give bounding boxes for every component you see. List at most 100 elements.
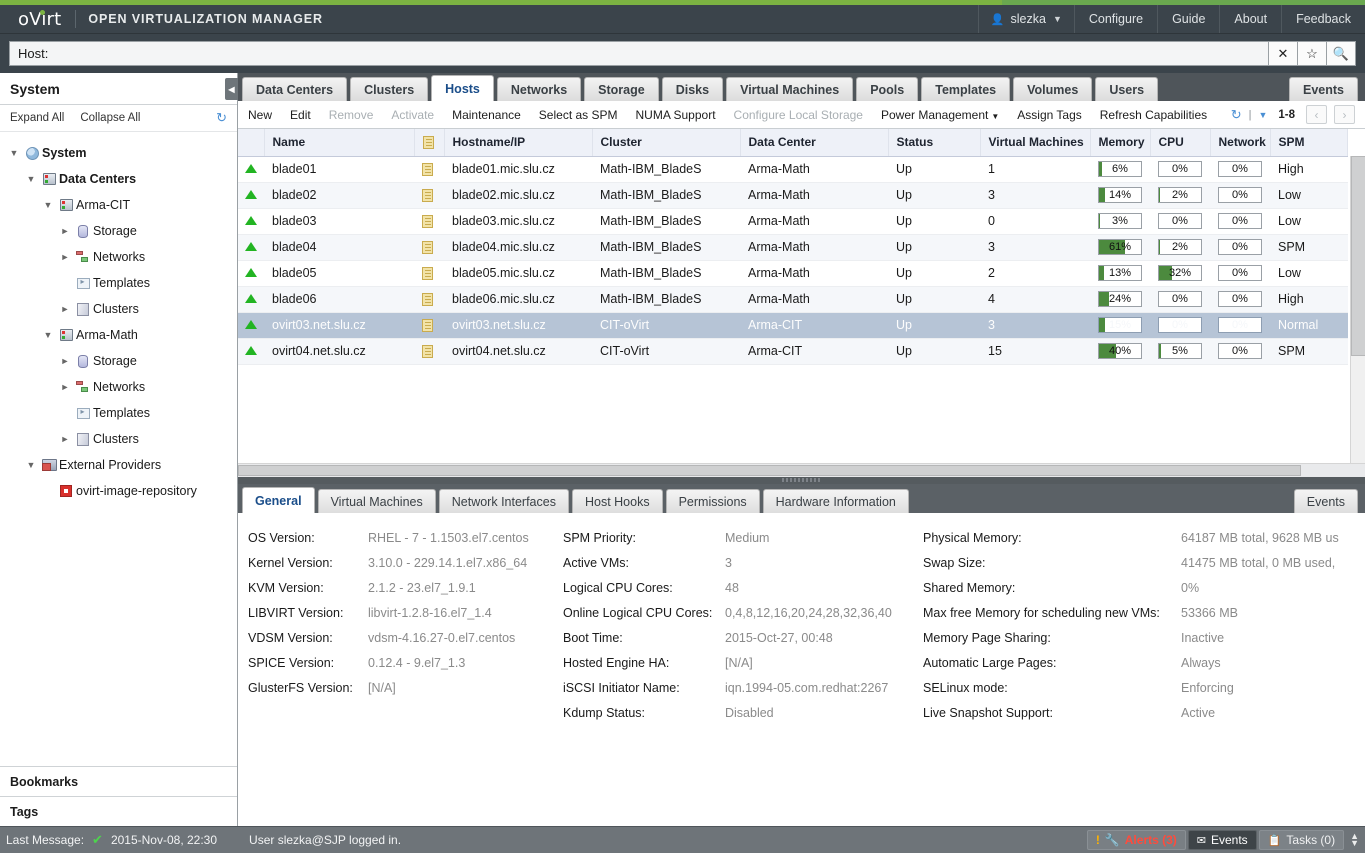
grid-vertical-scrollbar[interactable] bbox=[1350, 156, 1365, 477]
events-button[interactable]: ✉ Events bbox=[1187, 830, 1257, 850]
table-row[interactable]: ovirt03.net.slu.cz ovirt03.net.slu.cz CIT-… bbox=[238, 312, 1348, 339]
col-virtual-machines[interactable]: Virtual Machines bbox=[980, 129, 1091, 157]
main-tab-storage[interactable]: Storage bbox=[584, 77, 659, 101]
tree-item-ovirt-image-repository[interactable]: ovirt-image-repository bbox=[0, 478, 237, 504]
chevron-down-icon[interactable]: ▼ bbox=[23, 174, 39, 184]
table-row[interactable]: blade05 blade05.mic.slu.cz Math-IBM_BladeS… bbox=[238, 260, 1348, 287]
main-tab-volumes[interactable]: Volumes bbox=[1013, 77, 1093, 101]
chevron-down-icon[interactable]: ▼ bbox=[40, 330, 56, 340]
tree-item-networks[interactable]: ► Networks bbox=[0, 374, 237, 400]
main-tab-clusters[interactable]: Clusters bbox=[350, 77, 429, 101]
chevron-right-icon[interactable]: ► bbox=[57, 226, 73, 236]
main-tab-hosts[interactable]: Hosts bbox=[431, 75, 494, 101]
table-row[interactable]: blade02 blade02.mic.slu.cz Math-IBM_BladeS… bbox=[238, 182, 1348, 209]
user-menu[interactable]: 👤 slezka ▼ bbox=[977, 5, 1074, 33]
header-item-feedback[interactable]: Feedback bbox=[1281, 5, 1365, 33]
col-spm[interactable]: SPM bbox=[1270, 129, 1348, 157]
toolbar-action-refresh-capabilities[interactable]: Refresh Capabilities bbox=[1100, 108, 1207, 122]
tree-item-clusters[interactable]: ► Clusters bbox=[0, 296, 237, 322]
tree-refresh-icon[interactable]: ↻ bbox=[216, 110, 227, 126]
panel-splitter[interactable] bbox=[238, 477, 1365, 484]
tasks-button[interactable]: 📋 Tasks (0) bbox=[1258, 830, 1345, 850]
search-button[interactable]: 🔍 bbox=[1327, 41, 1356, 66]
tree-item-external-providers[interactable]: ▼ External Providers bbox=[0, 452, 237, 478]
tree-item-arma-math[interactable]: ▼ Arma-Math bbox=[0, 322, 237, 348]
chevron-right-icon[interactable]: ► bbox=[57, 382, 73, 392]
table-row[interactable]: blade03 blade03.mic.slu.cz Math-IBM_BladeS… bbox=[238, 208, 1348, 235]
grid-refresh-icon[interactable]: ↻ bbox=[1231, 107, 1242, 123]
refresh-options-chevron-down-icon[interactable]: ▼ bbox=[1258, 110, 1267, 120]
toolbar-action-assign-tags[interactable]: Assign Tags bbox=[1017, 108, 1081, 122]
detail-tab-permissions[interactable]: Permissions bbox=[665, 489, 760, 513]
col-name[interactable]: Name bbox=[264, 129, 415, 157]
header-item-guide[interactable]: Guide bbox=[1157, 5, 1219, 33]
chevron-right-icon[interactable]: ► bbox=[57, 304, 73, 314]
grid-horizontal-scrollbar[interactable] bbox=[238, 463, 1365, 477]
tree-item-clusters[interactable]: ► Clusters bbox=[0, 426, 237, 452]
expand-all-link[interactable]: Expand All bbox=[10, 112, 64, 124]
col-datacenter[interactable]: Data Center bbox=[740, 129, 889, 157]
col-memory[interactable]: Memory bbox=[1090, 129, 1151, 157]
toolbar-action-maintenance[interactable]: Maintenance bbox=[452, 108, 521, 122]
alerts-button[interactable]: ! 🔧 Alerts (3) bbox=[1086, 830, 1186, 850]
toolbar-action-select-as-spm[interactable]: Select as SPM bbox=[539, 108, 618, 122]
tree-item-storage[interactable]: ► Storage bbox=[0, 218, 237, 244]
table-row[interactable]: blade04 blade04.mic.slu.cz Math-IBM_BladeS… bbox=[238, 234, 1348, 261]
col-cpu[interactable]: CPU bbox=[1150, 129, 1211, 157]
tree-item-templates[interactable]: Templates bbox=[0, 270, 237, 296]
table-row[interactable]: blade06 blade06.mic.slu.cz Math-IBM_BladeS… bbox=[238, 286, 1348, 313]
chevron-right-icon[interactable]: ► bbox=[57, 356, 73, 366]
tree-item-templates[interactable]: Templates bbox=[0, 400, 237, 426]
search-input[interactable] bbox=[9, 41, 1269, 66]
chevron-down-icon[interactable]: ▼ bbox=[23, 460, 39, 470]
bookmark-button[interactable]: ☆ bbox=[1298, 41, 1327, 66]
main-tab-disks[interactable]: Disks bbox=[661, 77, 724, 101]
main-tab-data-centers[interactable]: Data Centers bbox=[242, 77, 348, 101]
grid-horizontal-scroll-thumb[interactable] bbox=[238, 465, 1301, 476]
next-page-button[interactable]: › bbox=[1334, 105, 1355, 124]
main-tab-networks[interactable]: Networks bbox=[496, 77, 582, 101]
col-hostname[interactable]: Hostname/IP bbox=[444, 129, 593, 157]
prev-page-button[interactable]: ‹ bbox=[1306, 105, 1327, 124]
sidebar-panel-tags[interactable]: Tags bbox=[0, 796, 237, 826]
toolbar-action-edit[interactable]: Edit bbox=[290, 108, 311, 122]
col-status-arrow[interactable] bbox=[238, 129, 265, 157]
main-tab-pools[interactable]: Pools bbox=[856, 77, 919, 101]
main-tab-virtual-machines[interactable]: Virtual Machines bbox=[726, 77, 854, 101]
detail-tab-general[interactable]: General bbox=[242, 487, 315, 513]
detail-tab-host-hooks[interactable]: Host Hooks bbox=[571, 489, 663, 513]
chevron-right-icon[interactable]: ► bbox=[57, 252, 73, 262]
collapse-all-link[interactable]: Collapse All bbox=[80, 112, 140, 124]
detail-tab-virtual-machines[interactable]: Virtual Machines bbox=[317, 489, 436, 513]
detail-tab-hardware-information[interactable]: Hardware Information bbox=[762, 489, 909, 513]
toolbar-action-numa-support[interactable]: NUMA Support bbox=[636, 108, 716, 122]
grid-vertical-scroll-thumb[interactable] bbox=[1351, 156, 1365, 356]
detail-tab-events[interactable]: Events bbox=[1293, 489, 1358, 513]
col-status[interactable]: Status bbox=[888, 129, 981, 157]
col-network[interactable]: Network bbox=[1210, 129, 1271, 157]
chevron-right-icon[interactable]: ► bbox=[57, 434, 73, 444]
sidebar-panel-bookmarks[interactable]: Bookmarks bbox=[0, 766, 237, 796]
clear-search-button[interactable]: ✕ bbox=[1269, 41, 1298, 66]
chevron-down-icon[interactable]: ▼ bbox=[6, 148, 22, 158]
col-cluster[interactable]: Cluster bbox=[592, 129, 741, 157]
table-row[interactable]: blade01 blade01.mic.slu.cz Math-IBM_BladeS… bbox=[238, 156, 1348, 183]
header-item-configure[interactable]: Configure bbox=[1073, 5, 1157, 33]
tree-item-system[interactable]: ▼ System bbox=[0, 140, 237, 166]
header-item-about[interactable]: About bbox=[1219, 5, 1281, 33]
tree-item-arma-cit[interactable]: ▼ Arma-CIT bbox=[0, 192, 237, 218]
tree-item-networks[interactable]: ► Networks bbox=[0, 244, 237, 270]
main-tab-users[interactable]: Users bbox=[1095, 77, 1159, 101]
sidebar-collapse-button[interactable]: ◀ bbox=[225, 78, 238, 100]
tree-item-storage[interactable]: ► Storage bbox=[0, 348, 237, 374]
toolbar-action-new[interactable]: New bbox=[248, 108, 272, 122]
main-tab-templates[interactable]: Templates bbox=[921, 77, 1011, 101]
detail-tab-network-interfaces[interactable]: Network Interfaces bbox=[438, 489, 569, 513]
toolbar-action-power-management[interactable]: Power Management ▼ bbox=[881, 108, 999, 122]
statusbar-expand-toggle[interactable]: ▲ ▼ bbox=[1350, 832, 1359, 848]
table-row[interactable]: ovirt04.net.slu.cz ovirt04.net.slu.cz CIT-… bbox=[238, 338, 1348, 365]
main-tab-events[interactable]: Events bbox=[1289, 77, 1358, 101]
tree-item-data-centers[interactable]: ▼ Data Centers bbox=[0, 166, 237, 192]
col-doc-icon[interactable] bbox=[414, 129, 445, 157]
chevron-down-icon[interactable]: ▼ bbox=[40, 200, 56, 210]
